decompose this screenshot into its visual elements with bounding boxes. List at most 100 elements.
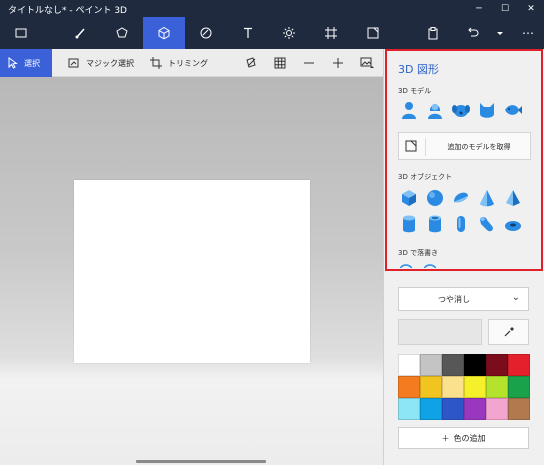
color-swatch[interactable] bbox=[464, 354, 486, 376]
object-cylinder[interactable] bbox=[398, 213, 420, 235]
sphere-icon bbox=[427, 190, 443, 206]
plus-icon: ＋ bbox=[441, 433, 450, 443]
crop-label: トリミング bbox=[168, 58, 208, 68]
select-button[interactable]: 選択 bbox=[0, 49, 52, 77]
eyedropper-button[interactable] bbox=[488, 319, 529, 345]
model-woman[interactable] bbox=[424, 99, 446, 121]
2d-shapes-tab[interactable] bbox=[101, 17, 143, 49]
doodle-icon bbox=[399, 264, 437, 268]
paste-button[interactable] bbox=[412, 17, 454, 49]
zoom-in-button[interactable] bbox=[327, 49, 349, 77]
man-icon bbox=[402, 102, 416, 119]
image-view-button[interactable] bbox=[356, 49, 378, 77]
color-swatch[interactable] bbox=[486, 398, 508, 420]
model-fish[interactable] bbox=[502, 99, 524, 121]
effects-tab[interactable] bbox=[268, 17, 310, 49]
title-bar: タイトルなし* - ペイント 3D ─ ☐ ✕ bbox=[0, 0, 544, 17]
stickers-tab[interactable] bbox=[185, 17, 227, 49]
undo-button[interactable] bbox=[452, 17, 494, 49]
crop-icon bbox=[150, 57, 162, 69]
main-toolbar: ⋯ bbox=[0, 17, 544, 49]
color-swatch[interactable] bbox=[420, 398, 442, 420]
object-pyramid[interactable] bbox=[502, 187, 524, 209]
panel-title: 3D 図形 bbox=[398, 63, 439, 76]
color-swatch[interactable] bbox=[398, 398, 420, 420]
color-swatch[interactable] bbox=[442, 354, 464, 376]
3d-shapes-tab[interactable] bbox=[143, 17, 185, 49]
color-swatch[interactable] bbox=[508, 398, 530, 420]
3d-shapes-icon bbox=[158, 26, 170, 40]
minimize-button[interactable]: ─ bbox=[466, 0, 492, 17]
color-swatch[interactable] bbox=[508, 376, 530, 398]
stickers-icon bbox=[200, 27, 212, 39]
pyramid-icon bbox=[506, 190, 520, 206]
view-3d-button[interactable] bbox=[240, 49, 262, 77]
cat-icon bbox=[480, 103, 494, 118]
more-button[interactable]: ⋯ bbox=[512, 17, 544, 49]
doodle-tools-row[interactable] bbox=[399, 261, 441, 268]
3d-library-tab[interactable] bbox=[352, 17, 394, 49]
cone-icon bbox=[480, 190, 494, 207]
3d-library-icon bbox=[405, 140, 417, 152]
maximize-button[interactable]: ☐ bbox=[492, 0, 518, 17]
tube-icon bbox=[429, 215, 441, 233]
color-swatch[interactable] bbox=[464, 398, 486, 420]
color-swatch[interactable] bbox=[442, 376, 464, 398]
object-sphere[interactable] bbox=[424, 187, 446, 209]
object-bent-tube[interactable] bbox=[476, 213, 498, 235]
model-man[interactable] bbox=[398, 99, 420, 121]
color-swatch[interactable] bbox=[508, 354, 530, 376]
color-swatch[interactable] bbox=[420, 376, 442, 398]
object-capsule[interactable] bbox=[450, 213, 472, 235]
object-cone[interactable] bbox=[476, 187, 498, 209]
drawing-canvas[interactable] bbox=[74, 180, 310, 363]
finish-dropdown[interactable]: つや消し ⌄ bbox=[398, 287, 529, 311]
canvas-tab[interactable] bbox=[310, 17, 352, 49]
add-color-label: 色の追加 bbox=[453, 433, 486, 443]
chevron-down-icon: ⌄ bbox=[511, 292, 520, 303]
close-button[interactable]: ✕ bbox=[518, 0, 544, 17]
brushes-tab[interactable] bbox=[60, 17, 102, 49]
model-cat[interactable] bbox=[476, 99, 498, 121]
window-title: タイトルなし* - ペイント 3D bbox=[8, 6, 127, 16]
hemisphere-icon bbox=[454, 192, 468, 203]
3d-library-icon bbox=[367, 27, 379, 39]
canvas-area[interactable] bbox=[0, 77, 383, 465]
object-tube[interactable] bbox=[424, 213, 446, 235]
cylinder-icon bbox=[403, 215, 415, 233]
color-swatch[interactable] bbox=[420, 354, 442, 376]
color-swatch[interactable] bbox=[398, 354, 420, 376]
magic-select-label: マジック選択 bbox=[86, 58, 134, 68]
color-swatch[interactable] bbox=[486, 376, 508, 398]
history-button[interactable] bbox=[490, 17, 510, 49]
donut-icon bbox=[505, 221, 521, 231]
finish-label: つや消し bbox=[438, 295, 470, 304]
color-swatch[interactable] bbox=[464, 376, 486, 398]
view-3d-icon bbox=[246, 57, 256, 68]
color-swatch[interactable] bbox=[398, 376, 420, 398]
get-more-models-label: 追加のモデルを取得 bbox=[447, 143, 511, 151]
magic-select-button[interactable]: マジック選択 bbox=[68, 49, 134, 77]
add-color-button[interactable]: ＋ 色の追加 bbox=[398, 427, 529, 449]
get-more-models-button[interactable]: 追加のモデルを取得 bbox=[398, 132, 531, 160]
object-cube[interactable] bbox=[398, 187, 420, 209]
grid-button[interactable] bbox=[269, 49, 291, 77]
menu-button[interactable] bbox=[0, 17, 42, 49]
color-swatch[interactable] bbox=[486, 354, 508, 376]
crop-button[interactable]: トリミング bbox=[150, 49, 208, 77]
text-tab[interactable] bbox=[227, 17, 269, 49]
history-icon bbox=[497, 32, 503, 35]
brushes-icon bbox=[75, 28, 85, 39]
woman-icon bbox=[428, 103, 442, 119]
zoom-out-button[interactable] bbox=[298, 49, 320, 77]
menu-icon bbox=[15, 28, 27, 38]
color-swatch[interactable] bbox=[442, 398, 464, 420]
horizontal-scrollbar[interactable] bbox=[136, 460, 266, 463]
object-hemisphere[interactable] bbox=[450, 187, 472, 209]
image-icon bbox=[360, 57, 374, 68]
object-donut[interactable] bbox=[502, 213, 524, 235]
grid-icon bbox=[274, 57, 286, 69]
model-dog[interactable] bbox=[450, 99, 472, 121]
models-heading: 3D モデル bbox=[398, 87, 432, 95]
current-color-swatch[interactable] bbox=[398, 319, 482, 345]
